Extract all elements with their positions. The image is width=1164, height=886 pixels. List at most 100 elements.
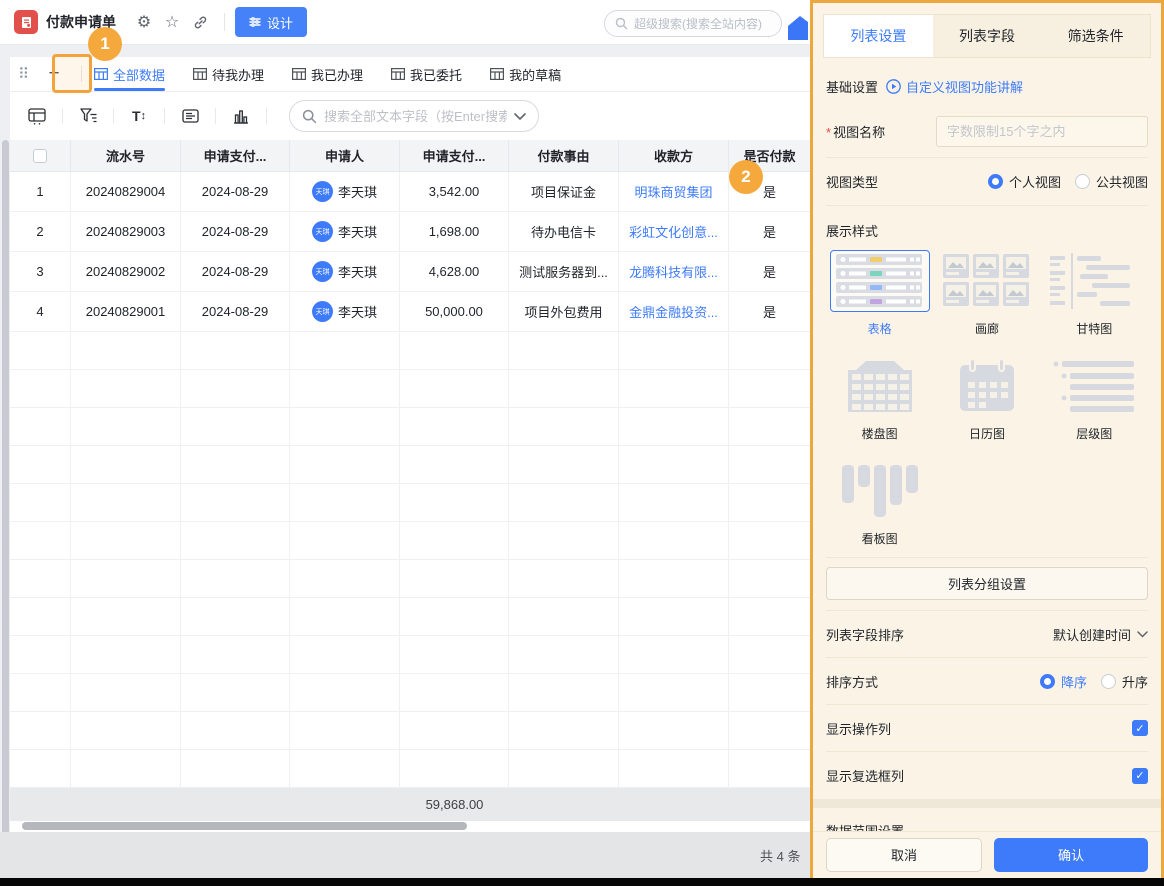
- sort-text-icon[interactable]: T↕: [126, 103, 152, 129]
- panel-tab-list-fields[interactable]: 列表字段: [933, 15, 1042, 57]
- field-sort-dropdown[interactable]: 默认创建时间: [1053, 625, 1148, 644]
- display-style-grid: 表格 画廊: [826, 242, 1148, 557]
- view-tab-delegated[interactable]: 我已委托: [391, 57, 462, 91]
- calendar-style-icon: [943, 358, 1031, 414]
- col-header-reason[interactable]: 付款事由: [509, 140, 619, 172]
- view-type-row: 视图类型 个人视图 公共视图: [826, 158, 1148, 206]
- view-tab-handled[interactable]: 我已办理: [292, 57, 363, 91]
- cell-paid: 是: [729, 212, 810, 252]
- divider: [224, 13, 225, 31]
- col-header-serial[interactable]: 流水号: [71, 140, 181, 172]
- table-style-icon: [836, 253, 924, 309]
- show-action-col-row: 显示操作列 ✓: [826, 705, 1148, 752]
- view-tab-all-data[interactable]: 全部数据: [94, 57, 165, 91]
- table-row[interactable]: 4 20240829001 2024-08-29 天琪李天琪 50,000.00…: [10, 292, 810, 332]
- cell-reason: 待办电信卡: [509, 212, 619, 252]
- col-header-date[interactable]: 申请支付...: [181, 140, 290, 172]
- add-view-button[interactable]: +: [37, 59, 71, 89]
- col-header-amount[interactable]: 申请支付...: [400, 140, 509, 172]
- vertical-scrollbar[interactable]: [2, 140, 9, 872]
- radio-personal-view[interactable]: 个人视图: [988, 172, 1061, 191]
- payee-link[interactable]: 龙腾科技有限...: [629, 262, 718, 281]
- style-option-calendar[interactable]: 日历图: [933, 347, 1040, 452]
- view-name-input[interactable]: [936, 116, 1148, 147]
- list-group-settings-button[interactable]: 列表分组设置: [826, 567, 1148, 600]
- show-checkbox-col-checkbox[interactable]: ✓: [1132, 768, 1148, 784]
- global-search-input[interactable]: [634, 17, 764, 31]
- style-option-gallery[interactable]: 画廊: [933, 242, 1040, 347]
- cell-paid: 是: [729, 252, 810, 292]
- empty-row: [10, 674, 810, 712]
- show-action-col-checkbox[interactable]: ✓: [1132, 720, 1148, 736]
- sort-order-row: 排序方式 降序 升序: [826, 658, 1148, 705]
- chevron-down-icon: [514, 113, 526, 120]
- col-header-payee[interactable]: 收款方: [619, 140, 729, 172]
- view-tab-pending[interactable]: 待我办理: [193, 57, 264, 91]
- display-settings-icon[interactable]: [24, 103, 50, 129]
- horizontal-scrollbar-thumb[interactable]: [22, 822, 467, 830]
- chart-icon[interactable]: [228, 103, 254, 129]
- style-option-kanban[interactable]: 看板图: [826, 452, 933, 557]
- payee-link[interactable]: 彩虹文化创意...: [629, 222, 718, 241]
- style-option-hierarchy[interactable]: 层级图: [1041, 347, 1148, 452]
- data-scope-title: 数据范围设置: [826, 808, 1148, 831]
- payee-link[interactable]: 明珠商贸集团: [634, 182, 712, 201]
- panel-tab-list-settings[interactable]: 列表设置: [824, 15, 933, 57]
- record-count: 共 4 条: [760, 846, 800, 865]
- bottom-black-bar: [0, 878, 1164, 886]
- payee-link[interactable]: 金鼎金融投资...: [629, 302, 718, 321]
- empty-row: [10, 636, 810, 674]
- radio-public-view[interactable]: 公共视图: [1075, 172, 1148, 191]
- style-option-gantt[interactable]: 甘特图: [1041, 242, 1148, 347]
- cell-reason: 项目外包费用: [509, 292, 619, 332]
- table-view-icon: [391, 68, 405, 80]
- cell-applicant: 天琪李天琪: [290, 252, 400, 292]
- table-row[interactable]: 3 20240829002 2024-08-29 天琪李天琪 4,628.00 …: [10, 252, 810, 292]
- panel-tab-filter-conditions[interactable]: 筛选条件: [1041, 15, 1150, 57]
- divider: [113, 108, 114, 124]
- video-tutorial-link[interactable]: 自定义视图功能讲解: [886, 77, 1023, 96]
- select-all-checkbox[interactable]: [33, 149, 47, 163]
- basic-settings-row: 基础设置 自定义视图功能讲解: [826, 66, 1148, 106]
- empty-row: [10, 370, 810, 408]
- design-button[interactable]: 设计: [235, 7, 307, 37]
- radio-descending[interactable]: 降序: [1040, 672, 1087, 691]
- cell-amount: 3,542.00: [400, 172, 509, 212]
- app-window: 付款申请单 ⚙ ☆ 设计 ⠿ + 全部数据: [0, 0, 1164, 886]
- cancel-button[interactable]: 取消: [826, 838, 982, 872]
- col-header-applicant[interactable]: 申请人: [290, 140, 400, 172]
- avatar: 天琪: [312, 181, 333, 202]
- table-header-row: 流水号 申请支付... 申请人 申请支付... 付款事由 收款方 是否付款: [10, 140, 810, 172]
- summary-total: 59,868.00: [400, 788, 509, 821]
- cell-date: 2024-08-29: [181, 292, 290, 332]
- form-layout-icon[interactable]: [177, 103, 203, 129]
- app-icon: [14, 10, 38, 34]
- favorite-star-icon[interactable]: ☆: [158, 8, 186, 36]
- filter-icon[interactable]: [75, 103, 101, 129]
- radio-ascending[interactable]: 升序: [1101, 672, 1148, 691]
- list-view-card: ⠿ + 全部数据 待我办理 我已办理 我已委托: [10, 57, 810, 832]
- view-type-label: 视图类型: [826, 172, 878, 191]
- table-row[interactable]: 2 20240829003 2024-08-29 天琪李天琪 1,698.00 …: [10, 212, 810, 252]
- table-search-input[interactable]: [324, 109, 507, 124]
- style-option-building[interactable]: 楼盘图: [826, 347, 933, 452]
- home-icon[interactable]: [786, 16, 808, 40]
- settings-gear-icon[interactable]: ⚙: [130, 8, 158, 36]
- cell-serial: 20240829002: [71, 252, 181, 292]
- confirm-button[interactable]: 确认: [994, 838, 1148, 872]
- hierarchy-style-icon: [1050, 358, 1138, 414]
- horizontal-scrollbar[interactable]: [10, 821, 810, 831]
- view-tab-drafts[interactable]: 我的草稿: [490, 57, 561, 91]
- share-link-icon[interactable]: [186, 8, 214, 36]
- divider: [215, 108, 216, 124]
- drag-handle-icon[interactable]: ⠿: [18, 65, 27, 83]
- building-style-icon: [836, 358, 924, 414]
- style-option-table[interactable]: 表格: [826, 242, 933, 347]
- avatar: 天琪: [312, 301, 333, 322]
- global-search-box[interactable]: [604, 10, 782, 37]
- table-search-box[interactable]: [289, 100, 539, 132]
- cell-date: 2024-08-29: [181, 252, 290, 292]
- divider: [164, 108, 165, 124]
- cell-serial: 20240829001: [71, 292, 181, 332]
- table-row[interactable]: 1 20240829004 2024-08-29 天琪李天琪 3,542.00 …: [10, 172, 810, 212]
